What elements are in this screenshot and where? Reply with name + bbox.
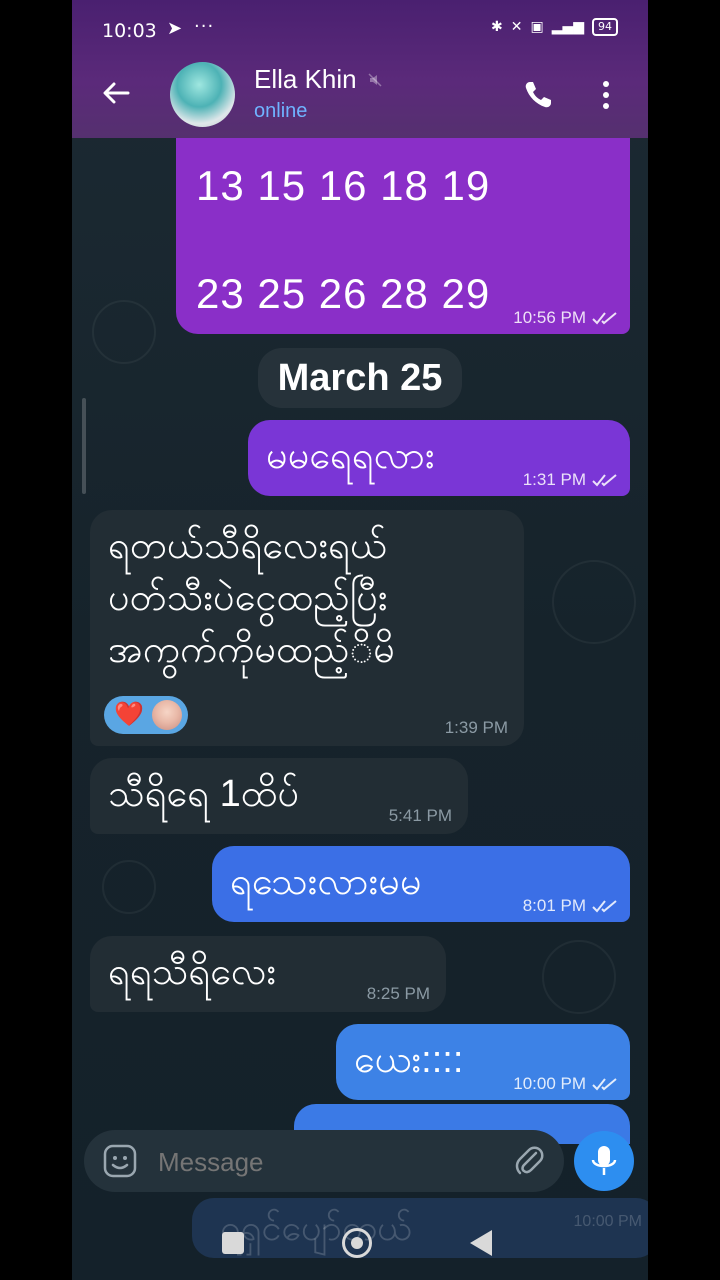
signal-icon: ▂▄▆ xyxy=(551,19,584,35)
back-arrow-icon[interactable] xyxy=(100,77,132,109)
scroll-indicator[interactable] xyxy=(82,398,86,494)
composer-field xyxy=(84,1130,564,1194)
double-check-icon xyxy=(592,312,617,325)
message-meta: 10:00 PM xyxy=(513,1074,618,1094)
message-text: ယေး:::: xyxy=(354,1039,464,1081)
message-time: 10:56 PM xyxy=(513,308,586,327)
message-text-line: ရတယ်သီရိလေးရယ် xyxy=(108,525,387,567)
reactor-avatar xyxy=(152,700,182,730)
nav-back-button[interactable] xyxy=(470,1230,492,1256)
wallpaper-doodle xyxy=(102,860,156,914)
message-bubble-incoming[interactable]: ရတယ်သီရိလေးရယ် ပတ်သီးပဲငွေထည့်ပြီး အကွက်… xyxy=(90,510,524,746)
contact-name[interactable]: Ella Khin xyxy=(254,64,357,95)
microphone-icon xyxy=(591,1146,617,1175)
phone-call-icon[interactable] xyxy=(522,79,554,111)
mute-status-icon: ✕ xyxy=(510,19,523,35)
volte-icon: ▣ xyxy=(530,19,544,35)
message-bubble-outgoing[interactable]: မမရေရလား 1:31 PM xyxy=(248,420,630,496)
heart-reaction-icon: ❤️ xyxy=(114,701,144,728)
muted-speaker-icon xyxy=(368,73,382,87)
battery-icon: 94 xyxy=(592,18,618,36)
date-separator: March 25 xyxy=(258,348,462,408)
message-input[interactable] xyxy=(156,1130,490,1194)
message-bubble-outgoing[interactable]: ရသေးလားမမ 8:01 PM xyxy=(212,846,630,922)
message-reaction[interactable]: ❤️ xyxy=(104,696,188,734)
message-time: 8:01 PM xyxy=(522,896,586,915)
message-text: ရသေးလားမမ xyxy=(230,861,422,903)
wallpaper-doodle xyxy=(542,940,616,1014)
message-time: 5:41 PM xyxy=(388,806,452,825)
message-text: ရရသီရိလေး xyxy=(108,951,277,993)
phone-screen: 10:03 ➤ ··· ✱ ✕ ▣ ▂▄▆ 94 Ella Khin onlin… xyxy=(72,0,648,1280)
message-bubble-incoming[interactable]: ရရသီရိလေး 8:25 PM xyxy=(90,936,446,1012)
wallpaper-doodle xyxy=(552,560,636,644)
message-meta: 1:31 PM xyxy=(523,470,618,490)
message-time: 10:00 PM xyxy=(513,1074,586,1093)
status-time: 10:03 xyxy=(102,20,157,42)
message-time: 1:39 PM xyxy=(444,718,508,737)
message-bubble-outgoing[interactable]: ယေး:::: 10:00 PM xyxy=(336,1024,630,1100)
contact-status: online xyxy=(254,100,308,122)
message-composer xyxy=(84,1130,636,1194)
paperclip-icon[interactable] xyxy=(512,1144,546,1178)
wallpaper-doodle xyxy=(92,300,156,364)
message-text-line: အကွက်ကိုမထည့်ိမိ xyxy=(108,629,395,671)
sticker-emoji-icon[interactable] xyxy=(102,1143,138,1179)
message-text-line: 13 15 16 18 19 xyxy=(196,162,491,209)
message-meta: 8:01 PM xyxy=(523,896,618,916)
double-check-icon xyxy=(592,1078,617,1091)
chat-header: 10:03 ➤ ··· ✱ ✕ ▣ ▂▄▆ 94 Ella Khin onlin… xyxy=(72,0,648,138)
message-text-line: 23 25 26 28 29 xyxy=(196,270,491,317)
telegram-send-icon: ➤ xyxy=(167,18,183,39)
app-bar: Ella Khin online xyxy=(72,55,648,135)
status-icons: ✱ ✕ ▣ ▂▄▆ 94 xyxy=(491,18,618,36)
voice-record-button[interactable] xyxy=(574,1131,634,1191)
ghost-text: ရရှင်ပျော်တယ် xyxy=(220,1207,412,1248)
double-check-icon xyxy=(592,474,617,487)
status-more-dots: ··· xyxy=(194,16,215,37)
ghost-message-preview: ရရှင်ပျော်တယ် 10:00 PM xyxy=(192,1198,648,1258)
message-meta: 10:56 PM xyxy=(513,308,618,328)
message-time: 8:25 PM xyxy=(366,984,430,1003)
home-button[interactable] xyxy=(342,1228,372,1258)
status-bar: 10:03 ➤ ··· ✱ ✕ ▣ ▂▄▆ 94 xyxy=(72,10,648,50)
bluetooth-icon: ✱ xyxy=(490,19,503,35)
contact-avatar[interactable] xyxy=(170,62,235,127)
message-time: 1:31 PM xyxy=(522,470,586,489)
message-text: သီရိရေ 1ထိပ် xyxy=(108,773,300,815)
message-text-line: ပတ်သီးပဲငွေထည့်ပြီး xyxy=(108,577,388,619)
message-bubble-incoming[interactable]: သီရိရေ 1ထိပ် 5:41 PM xyxy=(90,758,468,834)
system-nav-bar: ရရှင်ပျော်တယ် 10:00 PM xyxy=(72,1190,648,1280)
message-bubble-outgoing[interactable]: 13 15 16 18 19 23 25 26 28 29 10:56 PM xyxy=(176,138,630,334)
more-options-icon[interactable] xyxy=(602,79,610,111)
message-text: မမရေရလား xyxy=(266,435,435,477)
double-check-icon xyxy=(592,900,617,913)
ghost-time: 10:00 PM xyxy=(573,1213,642,1230)
recents-button[interactable] xyxy=(222,1232,244,1254)
